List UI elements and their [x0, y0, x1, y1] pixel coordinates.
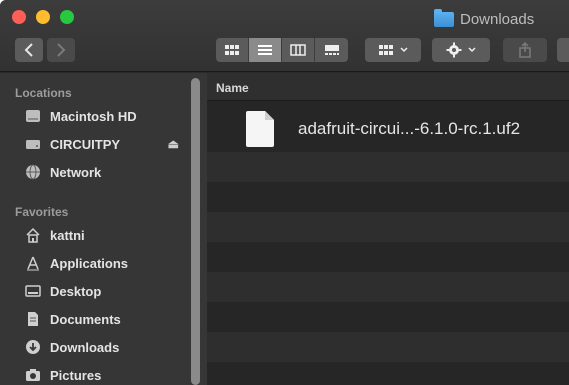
- sidebar-item-label: CIRCUITPY: [50, 136, 121, 152]
- sidebar-section-locations: Locations: [15, 86, 72, 100]
- empty-row: [207, 212, 569, 242]
- hard-drive-icon: [24, 107, 42, 125]
- icon-grid-icon: [225, 45, 239, 55]
- download-icon: [24, 338, 42, 356]
- list-view-button[interactable]: [249, 38, 282, 62]
- chevron-right-icon: [57, 43, 66, 57]
- empty-row: [207, 242, 569, 272]
- sidebar-section-favorites: Favorites: [15, 205, 69, 219]
- camera-icon: [24, 366, 42, 384]
- sidebar-item-label: Desktop: [50, 283, 102, 299]
- gear-icon: [446, 42, 462, 58]
- sidebar-item-network[interactable]: Network: [24, 161, 189, 183]
- drive-icon: [24, 135, 42, 153]
- chevron-down-icon: [400, 47, 408, 53]
- sidebar-item-label: Macintosh HD: [50, 108, 137, 124]
- sidebar-scrollbar[interactable]: [191, 78, 200, 385]
- empty-row: [207, 362, 569, 385]
- group-by-button[interactable]: [365, 38, 421, 62]
- empty-row: [207, 332, 569, 362]
- window-title: Downloads: [434, 8, 535, 29]
- sidebar-item-desktop[interactable]: Desktop: [24, 280, 189, 302]
- column-header-label: Name: [216, 81, 249, 95]
- share-icon: [519, 42, 531, 58]
- empty-row: [207, 302, 569, 332]
- window-title-text: Downloads: [460, 10, 535, 28]
- sidebar-item-label: Network: [50, 164, 102, 180]
- applications-icon: [24, 254, 42, 272]
- folder-icon: [434, 8, 454, 27]
- view-mode-control: [216, 38, 348, 62]
- sidebar-item-label: Applications: [50, 255, 129, 271]
- file-icon: [246, 111, 274, 147]
- home-icon: [24, 226, 42, 244]
- gallery-icon: [324, 45, 339, 55]
- list-icon: [258, 45, 272, 55]
- toolbar: Downloads: [0, 0, 569, 72]
- icon-view-button[interactable]: [216, 38, 249, 62]
- sidebar-item-label: Pictures: [50, 367, 102, 383]
- empty-row: [207, 272, 569, 302]
- sidebar-item-circuitpy[interactable]: CIRCUITPY ⏏: [24, 133, 189, 155]
- desktop-icon: [24, 282, 42, 300]
- back-button[interactable]: [15, 38, 43, 62]
- sidebar-item-applications[interactable]: Applications: [24, 252, 189, 274]
- sidebar-item-label: kattni: [50, 227, 85, 243]
- chevron-left-icon: [24, 43, 33, 57]
- sidebar-item-label: Documents: [50, 311, 121, 327]
- sidebar-item-pictures[interactable]: Pictures: [24, 364, 189, 385]
- empty-row: [207, 182, 569, 212]
- group-grid-icon: [379, 45, 393, 55]
- document-icon: [24, 310, 42, 328]
- globe-icon: [24, 163, 42, 181]
- toolbar-overflow-button[interactable]: [557, 38, 569, 62]
- eject-icon[interactable]: ⏏: [168, 137, 179, 151]
- close-window-button[interactable]: [12, 10, 26, 24]
- sidebar-item-label: Downloads: [50, 339, 120, 355]
- gallery-view-button[interactable]: [315, 38, 348, 62]
- name-column-header[interactable]: Name: [207, 73, 569, 101]
- minimize-window-button[interactable]: [36, 10, 50, 24]
- file-row[interactable]: adafruit-circui...-6.1.0-rc.1.uf2: [207, 102, 569, 152]
- action-button[interactable]: [432, 38, 490, 62]
- forward-button[interactable]: [47, 38, 75, 62]
- zoom-window-button[interactable]: [60, 10, 74, 24]
- file-name: adafruit-circui...-6.1.0-rc.1.uf2: [298, 119, 521, 138]
- column-view-button[interactable]: [282, 38, 315, 62]
- finder-window: Downloads Locations Macintosh HD CIRCUIT…: [0, 0, 569, 385]
- chevron-down-icon: [468, 47, 476, 53]
- columns-icon: [290, 44, 306, 56]
- sidebar-item-macintosh-hd[interactable]: Macintosh HD: [24, 105, 189, 127]
- share-button[interactable]: [503, 38, 547, 62]
- empty-row: [207, 152, 569, 182]
- sidebar-item-kattni[interactable]: kattni: [24, 224, 189, 246]
- file-list: Name adafruit-circui...-6.1.0-rc.1.uf2: [207, 73, 569, 385]
- sidebar-item-downloads[interactable]: Downloads: [24, 336, 189, 358]
- sidebar-item-documents[interactable]: Documents: [24, 308, 189, 330]
